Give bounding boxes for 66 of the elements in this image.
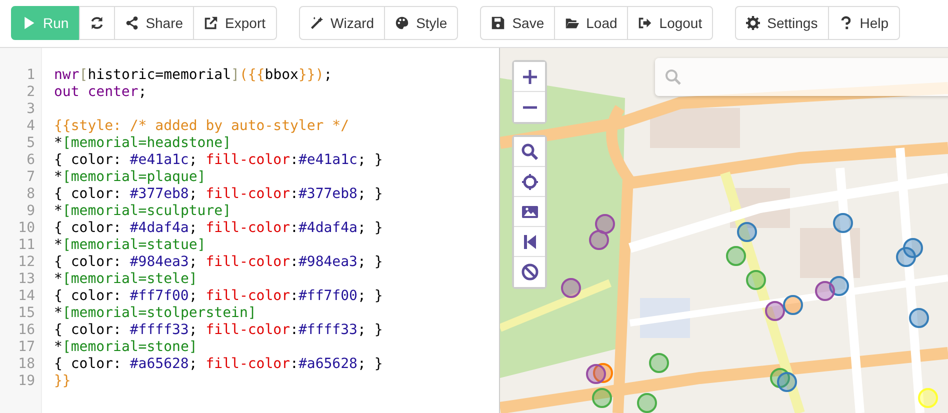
play-icon (22, 16, 36, 30)
folder-icon (565, 16, 580, 30)
code-line: *[memorial=stone] (54, 339, 198, 356)
code-line: *[memorial=stele] (54, 271, 198, 288)
line-number: 16 (17, 322, 36, 339)
code-line: {{style: /* added by auto-styler */ (54, 118, 350, 135)
ban-icon (520, 263, 538, 281)
export-button[interactable]: Export (193, 6, 277, 40)
line-number: 6 (26, 152, 36, 169)
search-icon (665, 69, 681, 85)
code-line: { color: #ffff33; fill-color:#ffff33; } (54, 322, 383, 339)
code-line: { color: #377eb8; fill-color:#377eb8; } (54, 186, 383, 203)
code-line: { color: #984ea3; fill-color:#984ea3; } (54, 254, 383, 271)
code-line: *[memorial=stolperstein] (54, 305, 258, 322)
line-number: 5 (26, 135, 36, 152)
map-search-field[interactable] (655, 58, 948, 96)
save-button[interactable]: Save (480, 6, 556, 40)
wizard-button[interactable]: Wizard (298, 6, 386, 40)
line-number: 7 (26, 169, 36, 186)
code-line: nwr[historic=memorial]({{bbox}}); (54, 67, 334, 84)
settings-button[interactable]: Settings (735, 6, 829, 40)
plus-icon (520, 68, 538, 86)
style-button[interactable]: Style (384, 6, 458, 40)
line-number: 3 (26, 101, 36, 118)
code-line: *[memorial=sculpture] (54, 203, 232, 220)
line-number: 10 (17, 220, 36, 237)
code-line: }} (54, 373, 72, 390)
line-number: 1 (26, 67, 36, 84)
sync-icon (90, 16, 104, 30)
code-line: { color: #e41a1c; fill-color:#e41a1c; } (54, 152, 383, 169)
question-icon (838, 16, 853, 30)
line-number: 17 (17, 339, 36, 356)
gear-icon (746, 16, 760, 30)
line-number: 14 (17, 288, 36, 305)
crosshair-icon (520, 172, 538, 190)
search-button[interactable] (514, 137, 545, 167)
line-number: 15 (17, 305, 36, 322)
sign-out-icon (638, 16, 652, 30)
line-number: 13 (17, 271, 36, 288)
line-number: 8 (26, 186, 36, 203)
external-link-icon (204, 16, 218, 30)
search-icon (520, 142, 538, 160)
code-line: out center; (54, 84, 148, 101)
refresh-button[interactable] (78, 6, 115, 40)
line-number: 9 (26, 203, 36, 220)
share-button[interactable]: Share (114, 6, 194, 40)
code-line: *[memorial=plaque] (54, 169, 207, 186)
code-line: { color: #4daf4a; fill-color:#4daf4a; } (54, 220, 383, 237)
logout-button[interactable]: Logout (627, 6, 714, 40)
palette-icon (395, 16, 410, 30)
code-line: *[memorial=statue] (54, 237, 207, 254)
code-line: { color: #ff7f00; fill-color:#ff7f00; } (54, 288, 383, 305)
minus-icon (522, 106, 536, 108)
line-number: 11 (17, 237, 36, 254)
load-button[interactable]: Load (554, 6, 628, 40)
magic-wand-icon (310, 16, 324, 30)
help-button[interactable]: Help (828, 6, 900, 40)
line-number: 19 (17, 373, 36, 390)
line-number: 4 (26, 118, 36, 135)
line-number: 2 (26, 84, 36, 101)
line-number: 18 (17, 356, 36, 373)
share-icon (124, 16, 139, 30)
code-line: *[memorial=headstone] (54, 135, 232, 152)
line-number: 12 (17, 254, 36, 271)
code-line: { color: #a65628; fill-color:#a65628; } (54, 356, 383, 373)
zoom-in-button[interactable] (514, 62, 545, 92)
